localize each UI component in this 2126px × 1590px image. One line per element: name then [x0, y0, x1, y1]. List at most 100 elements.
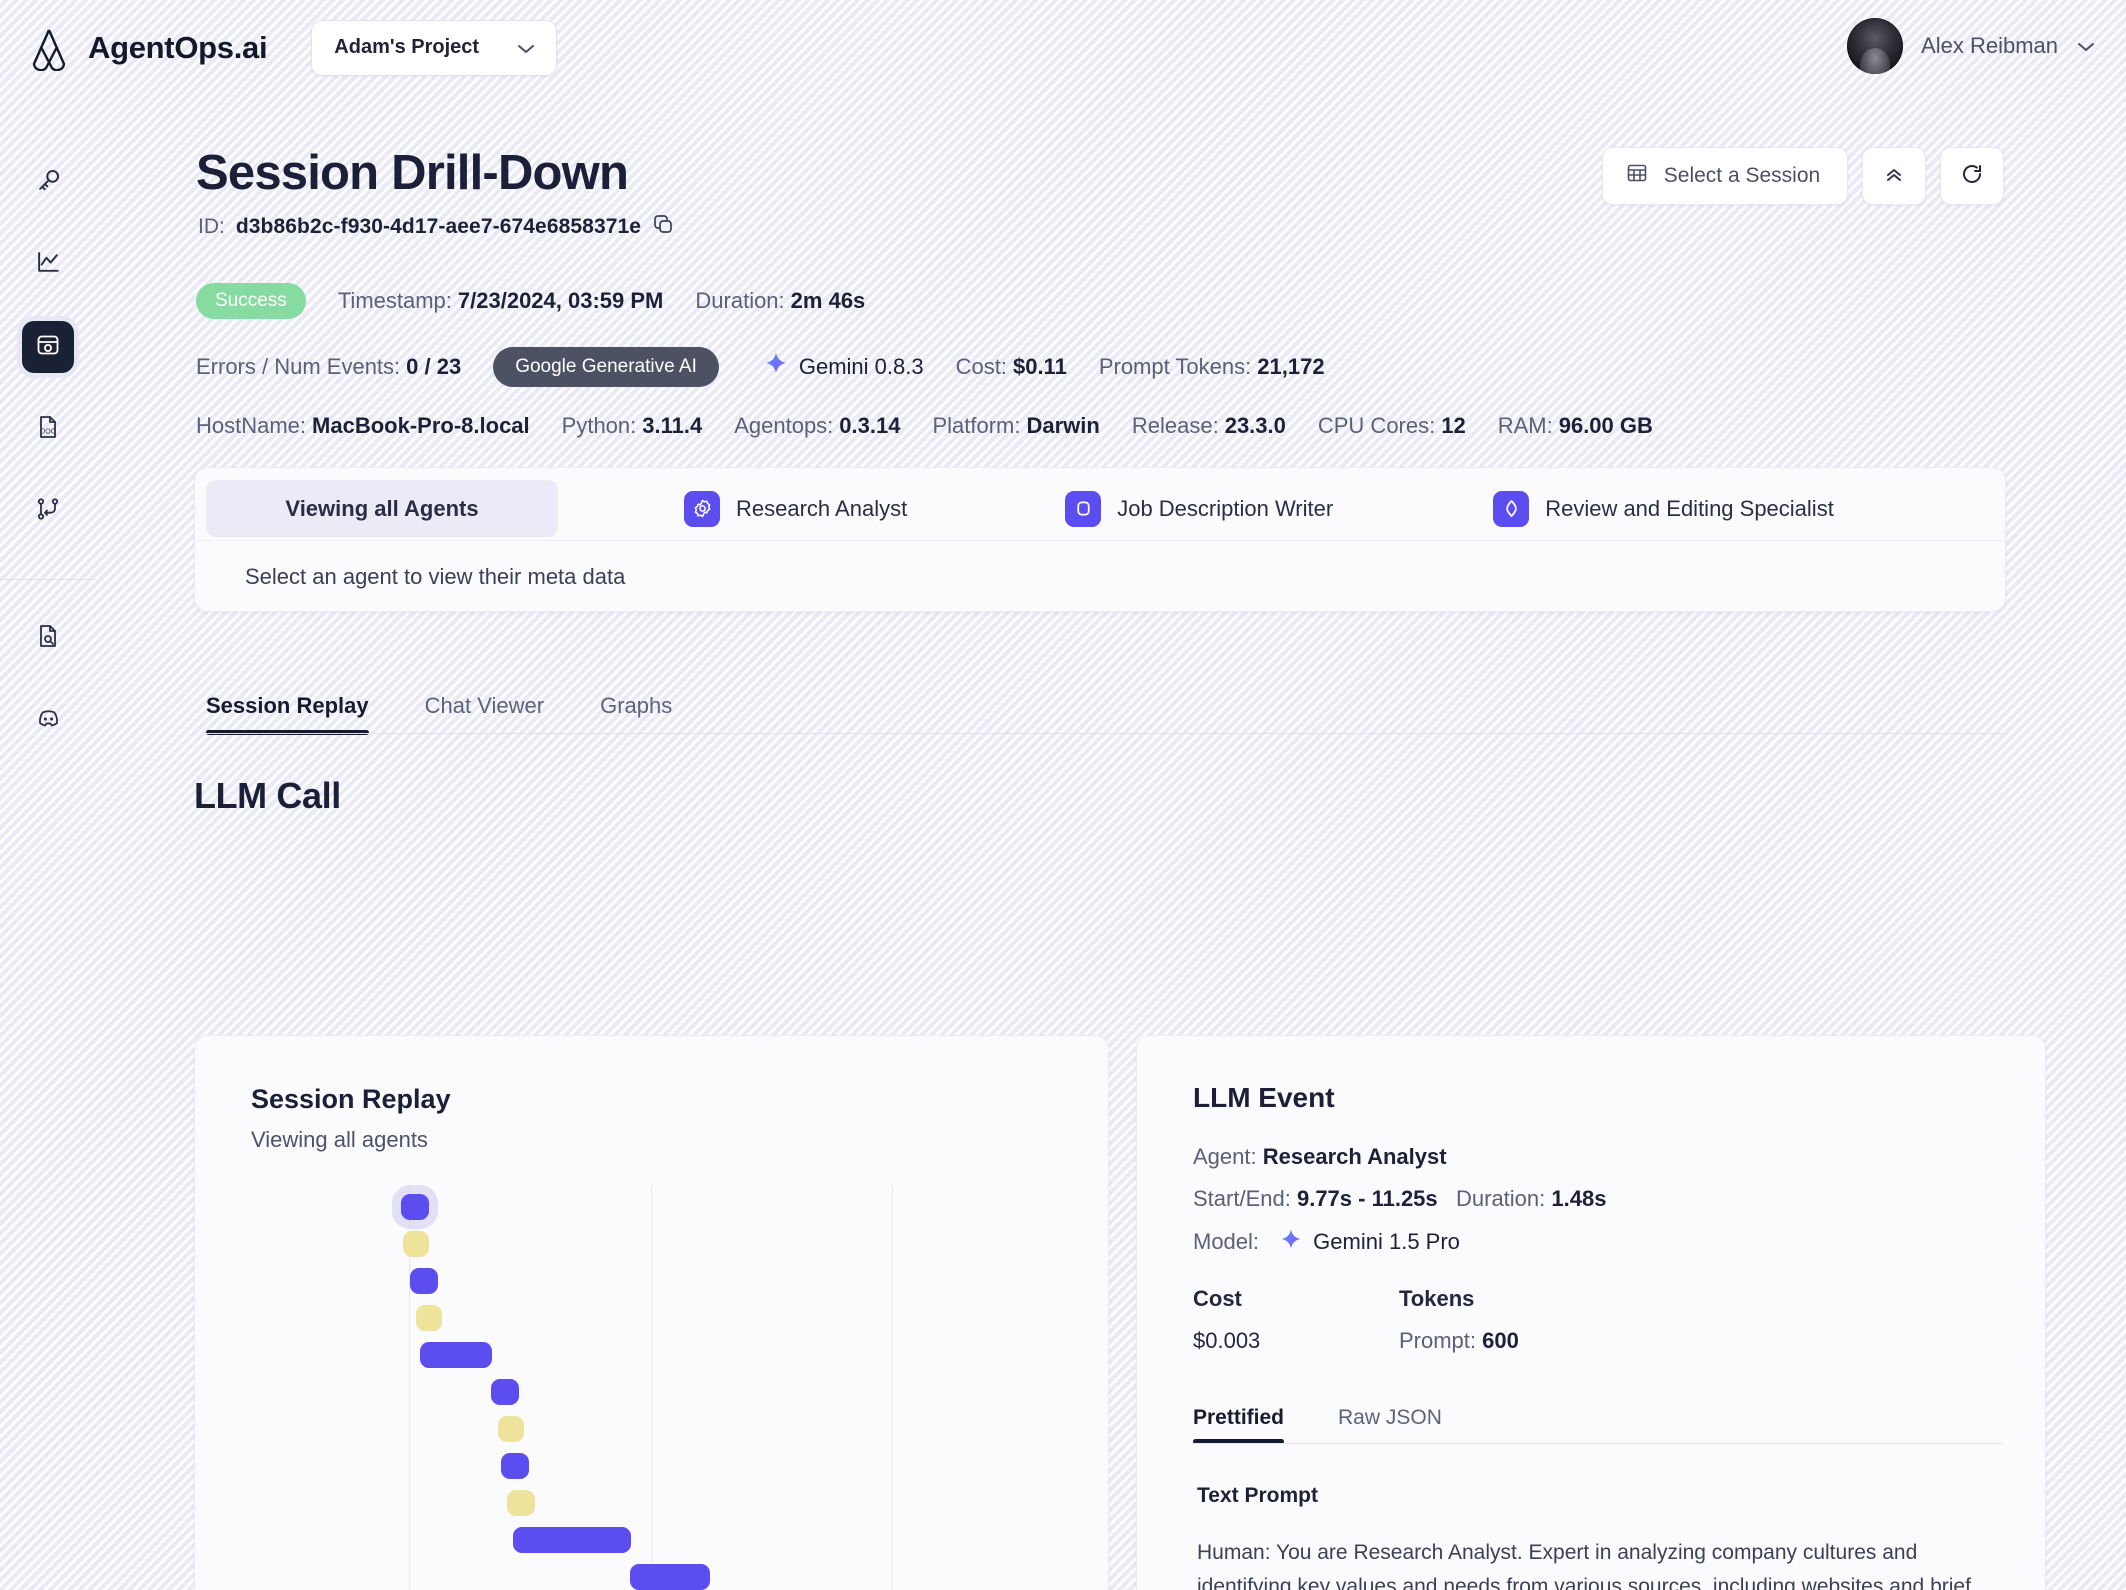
project-selector[interactable]: Adam's Project — [311, 19, 558, 76]
svg-text:DOC: DOC — [40, 428, 56, 435]
llm-event-tokens-prompt-value: 600 — [1482, 1328, 1519, 1353]
duration-label: Duration: — [695, 288, 785, 313]
provider-badge: Google Generative AI — [493, 347, 719, 387]
waterfall-bar[interactable] — [513, 1527, 631, 1553]
sidebar-item-api-keys[interactable] — [22, 157, 74, 209]
platform-label: Platform: — [932, 413, 1021, 438]
llm-event-agent-label: Agent: — [1193, 1144, 1257, 1169]
chart-gridline — [651, 1186, 652, 1590]
chevrons-up-icon — [1882, 162, 1906, 191]
tab-raw-json[interactable]: Raw JSON — [1338, 1406, 1442, 1444]
ram: RAM: 96.00 GB — [1498, 413, 1653, 439]
refresh-icon — [1960, 162, 1984, 191]
agent-tab-list: Viewing all Agents Research Analyst Job … — [195, 468, 2005, 540]
session-replay-card: Session Replay Viewing all agents — [194, 1035, 1109, 1590]
gemini-sparkle-icon — [763, 351, 789, 383]
waterfall-bar[interactable] — [491, 1379, 519, 1405]
refresh-button[interactable] — [1940, 147, 2004, 205]
llm-event-tabs-divider — [1193, 1443, 2003, 1444]
hostname: HostName: MacBook-Pro-8.local — [196, 413, 530, 439]
tab-graphs[interactable]: Graphs — [600, 693, 672, 735]
llm-event-timing: Start/End: 9.77s - 11.25s Duration: 1.48… — [1193, 1186, 1606, 1212]
llm-event-model: Model: Gemini 1.5 Pro — [1193, 1228, 1460, 1258]
cpu-cores: CPU Cores: 12 — [1318, 413, 1466, 439]
errors-label: Errors / Num Events: — [196, 354, 401, 379]
llm-event-card: LLM Event Agent: Research Analyst Start/… — [1136, 1035, 2046, 1590]
release-label: Release: — [1131, 413, 1219, 438]
waterfall-bar[interactable] — [420, 1342, 492, 1368]
session-replay-waterfall-chart[interactable] — [195, 1186, 1108, 1590]
left-sidebar: DOC — [0, 95, 96, 1590]
user-menu[interactable]: Alex Reibman — [1847, 18, 2096, 74]
cpu-cores-value: 12 — [1441, 413, 1466, 438]
doc-file-icon: DOC — [35, 414, 61, 445]
chevron-down-icon — [516, 42, 536, 54]
waterfall-bar[interactable] — [498, 1416, 524, 1442]
llm-event-cost-header: Cost — [1193, 1286, 1242, 1311]
python-value: 3.11.4 — [642, 413, 703, 438]
llm-event-model-value: Gemini 1.5 Pro — [1313, 1229, 1460, 1254]
duration: Duration: 2m 46s — [695, 288, 865, 314]
waterfall-bar[interactable] — [501, 1453, 529, 1479]
llm-event-title: LLM Event — [1193, 1082, 1335, 1113]
meta-row-errors: Errors / Num Events: 0 / 23 Google Genera… — [196, 347, 1325, 387]
llm-event-duration-value: 1.48s — [1551, 1186, 1607, 1211]
agent-tab-review-and-editing-specialist[interactable]: Review and Editing Specialist — [1467, 480, 1860, 537]
chart-gridline — [892, 1186, 893, 1590]
sidebar-divider — [0, 579, 96, 580]
sidebar-item-sessions[interactable] — [22, 321, 74, 373]
agent-tab-all-label: Viewing all Agents — [285, 495, 479, 521]
view-tabs: Session Replay Chat Viewer Graphs — [206, 677, 2006, 735]
agent-diamond-icon — [1493, 490, 1530, 527]
git-branch-icon — [35, 496, 61, 527]
cpu-cores-label: CPU Cores: — [1317, 413, 1436, 438]
select-session-button[interactable]: Select a Session — [1602, 147, 1848, 205]
agent-tab-all[interactable]: Viewing all Agents — [206, 480, 558, 537]
collapse-button[interactable] — [1862, 147, 1926, 205]
key-icon — [35, 167, 62, 199]
agent-tab-research-analyst[interactable]: Research Analyst — [658, 480, 933, 537]
agentops-value: 0.3.14 — [839, 413, 901, 438]
waterfall-bar[interactable] — [507, 1490, 535, 1516]
header-actions: Select a Session — [1602, 147, 2004, 205]
hostname-label: HostName: — [196, 413, 307, 438]
page-title: Session Drill-Down — [196, 146, 629, 200]
agent-panel: Viewing all Agents Research Analyst Job … — [194, 467, 2006, 612]
brand[interactable]: AgentOps.ai — [26, 25, 268, 71]
session-replay-title: Session Replay — [251, 1084, 451, 1114]
agent-tab-job-description-writer[interactable]: Job Description Writer — [1039, 480, 1359, 537]
waterfall-bar[interactable] — [410, 1268, 438, 1294]
tab-chat-viewer[interactable]: Chat Viewer — [425, 693, 544, 735]
sidebar-item-discord[interactable] — [22, 694, 74, 746]
sidebar-item-docs[interactable]: DOC — [22, 403, 74, 455]
waterfall-bar[interactable] — [403, 1231, 429, 1257]
text-prompt-body: Human: You are Research Analyst. Expert … — [1197, 1541, 1971, 1590]
waterfall-bar[interactable] — [630, 1564, 710, 1590]
llm-event-tokens-header: Tokens — [1399, 1286, 1475, 1311]
timestamp-label: Timestamp: — [337, 288, 452, 313]
sidebar-item-traces[interactable] — [22, 485, 74, 537]
llm-event-tokens-prompt-label: Prompt: — [1399, 1328, 1477, 1353]
cost-value: $0.11 — [1012, 354, 1067, 379]
waterfall-bar[interactable] — [401, 1194, 429, 1220]
tab-session-replay[interactable]: Session Replay — [206, 693, 369, 735]
file-search-icon — [35, 623, 61, 654]
table-icon — [1626, 162, 1648, 190]
text-prompt-label: Text Prompt — [1197, 1484, 1318, 1507]
agentops-logo-icon — [26, 25, 72, 71]
copy-icon[interactable] — [652, 213, 674, 241]
errors: Errors / Num Events: 0 / 23 — [196, 354, 461, 380]
llm-event-startend-label: Start/End: — [1193, 1186, 1291, 1211]
tabs-divider — [206, 733, 2006, 734]
prompt-tokens: Prompt Tokens: 21,172 — [1099, 354, 1325, 380]
tab-prettified[interactable]: Prettified — [1193, 1406, 1285, 1444]
session-replay-header: Session Replay Viewing all agents — [195, 1036, 1108, 1153]
meta-row-system: HostName: MacBook-Pro-8.local Python: 3.11… — [196, 413, 1653, 439]
sidebar-item-analytics[interactable] — [22, 239, 74, 291]
platform: Platform: Darwin — [932, 413, 1099, 439]
sidebar-item-search-docs[interactable] — [22, 612, 74, 664]
release: Release: 23.3.0 — [1132, 413, 1286, 439]
waterfall-bar[interactable] — [416, 1305, 442, 1331]
model-version: Gemini 0.8.3 — [763, 351, 924, 383]
session-id-value: d3b86b2c-f930-4d17-aee7-674e6858371e — [235, 215, 642, 238]
